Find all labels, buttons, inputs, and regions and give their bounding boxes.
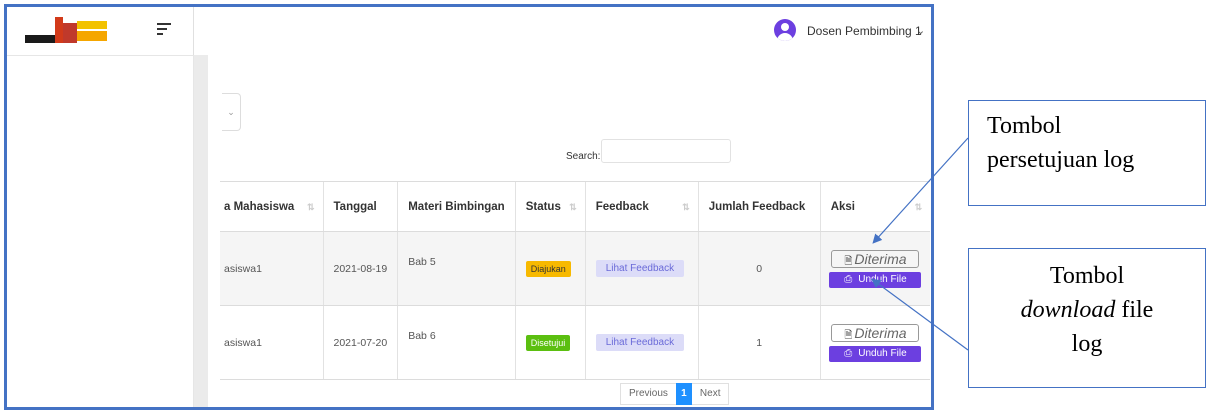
- column-header-jumlah-feedback[interactable]: Jumlah Feedback: [697, 181, 821, 232]
- lihat-feedback-button[interactable]: Lihat Feedback: [595, 334, 685, 351]
- column-header-aksi[interactable]: Aksi ⇅: [819, 181, 931, 232]
- next-page-button[interactable]: Next: [691, 383, 730, 405]
- main-content: ⌄ Search: a Mahasiswa ⇅ Tanggal Materi Bi…: [208, 55, 934, 410]
- column-header-materi-bimbingan[interactable]: Materi Bimbingan: [397, 181, 516, 232]
- cell-tanggal: 2021-07-20: [322, 305, 398, 380]
- app-window: Dosen Pembimbing 1 ⌄ ⌄ Search: a Mahasis…: [4, 4, 934, 410]
- search-label: Search:: [566, 151, 601, 162]
- callout-tombol-persetujuan: Tombol persetujuan log: [968, 100, 1206, 206]
- top-navbar: Dosen Pembimbing 1 ⌄: [7, 7, 931, 56]
- file-icon: 🗎: [844, 329, 853, 341]
- scroll-right-icon[interactable]: ▶: [929, 408, 934, 410]
- user-name[interactable]: Dosen Pembimbing 1: [807, 24, 922, 38]
- lihat-feedback-button[interactable]: Lihat Feedback: [595, 260, 685, 277]
- printer-icon: ⎙: [844, 273, 853, 285]
- diterima-button[interactable]: 🗎 Diterima: [831, 323, 920, 342]
- pagination: Previous 1 Next: [620, 383, 730, 405]
- entries-length-select[interactable]: ⌄: [222, 93, 241, 131]
- chevron-down-icon[interactable]: ⌄: [916, 24, 925, 37]
- log-table: a Mahasiswa ⇅ Tanggal Materi Bimbingan St…: [220, 181, 931, 380]
- cell-materi: Bab 5: [397, 231, 516, 306]
- status-badge: Disetujui: [525, 334, 571, 351]
- menu-toggle-icon[interactable]: [157, 23, 171, 37]
- scroll-left-icon[interactable]: ◀: [224, 408, 229, 410]
- status-badge: Diajukan: [525, 260, 571, 277]
- table-row: asiswa1 2021-07-20 Bab 6 Disetujui Lihat…: [220, 305, 931, 380]
- cell-tanggal: 2021-08-19: [322, 231, 398, 306]
- previous-page-button[interactable]: Previous: [620, 383, 676, 405]
- sidebar: [7, 55, 194, 407]
- unduh-file-button[interactable]: ⎙ Unduh File: [829, 271, 922, 288]
- printer-icon: ⎙: [844, 347, 853, 359]
- unduh-file-button[interactable]: ⎙ Unduh File: [829, 345, 922, 362]
- file-icon: 🗎: [844, 255, 853, 267]
- page-1-button[interactable]: 1: [675, 383, 692, 405]
- column-header-feedback[interactable]: Feedback ⇅: [584, 181, 699, 232]
- user-avatar-icon[interactable]: [774, 19, 796, 41]
- column-header-nama-mahasiswa[interactable]: a Mahasiswa ⇅: [220, 181, 323, 232]
- app-logo[interactable]: [25, 17, 107, 45]
- cell-jumlah-feedback: 1: [697, 305, 821, 380]
- search-input[interactable]: [601, 139, 731, 163]
- table-row: asiswa1 2021-08-19 Bab 5 Diajukan Lihat …: [220, 231, 931, 306]
- cell-nama: asiswa1: [220, 231, 323, 306]
- cell-materi: Bab 6: [397, 305, 516, 380]
- column-header-status[interactable]: Status ⇅: [514, 181, 586, 232]
- diterima-button[interactable]: 🗎 Diterima: [831, 249, 920, 268]
- cell-jumlah-feedback: 0: [697, 231, 821, 306]
- callout-tombol-download: Tombol download file log: [968, 248, 1206, 388]
- cell-nama: asiswa1: [220, 305, 323, 380]
- column-header-tanggal[interactable]: Tanggal: [322, 181, 398, 232]
- content-gutter: [194, 55, 208, 407]
